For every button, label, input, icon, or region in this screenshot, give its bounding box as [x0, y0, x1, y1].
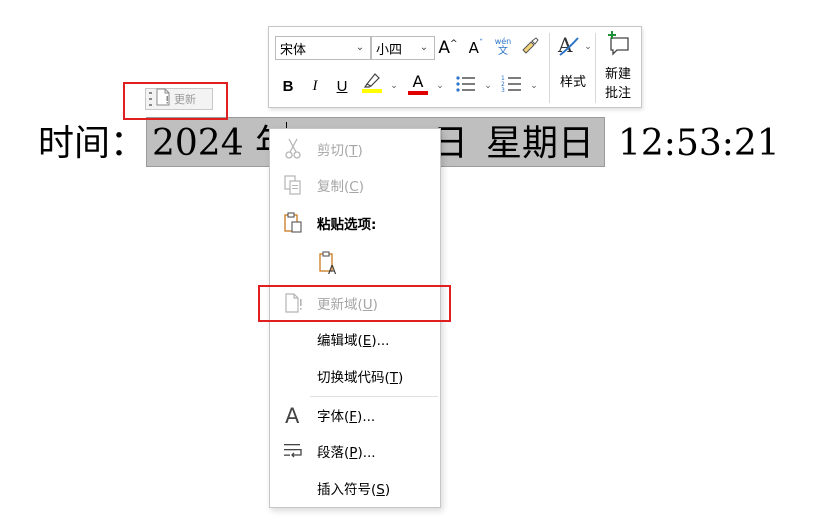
chevron-down-icon[interactable]: ⌄ [387, 74, 399, 98]
menu-item-cut[interactable]: 剪切(T) [270, 131, 440, 167]
toolbar-divider [595, 33, 596, 103]
scissors-icon [282, 137, 304, 161]
paste-options-label: 粘贴选项: [317, 217, 377, 233]
chevron-down-icon[interactable]: ⌄ [584, 42, 592, 52]
time-value: 12:53:21 [618, 123, 780, 164]
shrink-font-button[interactable]: Aˇ [465, 36, 487, 60]
phonetic-guide-button[interactable]: wén 文 [491, 35, 515, 59]
menu-item-label: 段落(P)... [317, 445, 376, 461]
new-comment-button[interactable] [603, 30, 633, 60]
paragraph-icon [282, 439, 304, 463]
highlight-box-update-field [258, 285, 451, 322]
new-comment-icon [605, 30, 631, 60]
chevron-down-icon[interactable]: ⌄ [417, 40, 431, 56]
svg-text:A: A [285, 404, 300, 427]
paste-keep-text-only-button[interactable]: A [270, 243, 440, 283]
numbered-list-icon: 1 2 3 [501, 74, 523, 98]
menu-item-edit-field[interactable]: 编辑域(E)... [270, 321, 440, 357]
menu-item-label: 复制(C) [317, 179, 364, 195]
clipboard-icon [282, 211, 304, 235]
time-label: 时间： [38, 123, 147, 164]
bullets-button[interactable] [453, 74, 479, 98]
bold-button[interactable]: B [279, 74, 297, 98]
italic-button[interactable]: I [306, 74, 324, 98]
new-comment-label: 新建 批注 [604, 67, 631, 101]
chevron-down-icon[interactable]: ⌄ [433, 74, 445, 98]
toolbar-divider [549, 33, 550, 103]
menu-item-label: 插入符号(S) [317, 482, 391, 498]
styles-button[interactable]: A ⌄ [556, 32, 592, 62]
font-name-combo[interactable]: 宋体 ⌄ [275, 36, 371, 60]
menu-item-toggle-field-codes[interactable]: 切换域代码(T) [270, 358, 440, 394]
svg-text:3: 3 [501, 87, 505, 94]
styles-icon: A [556, 32, 582, 62]
menu-item-label: 编辑域(E)... [317, 333, 390, 349]
copy-icon [282, 173, 304, 197]
menu-item-paragraph[interactable]: 段落(P)... [270, 433, 440, 469]
numbering-button[interactable]: 1 2 3 [499, 74, 525, 98]
font-size-combo[interactable]: 小四 ⌄ [371, 36, 435, 60]
bullet-list-icon [455, 74, 477, 98]
format-painter-button[interactable] [519, 36, 541, 60]
paste-text-only-icon: A [318, 251, 340, 276]
menu-item-insert-symbol[interactable]: 插入符号(S) [270, 470, 440, 506]
format-painter-icon [520, 36, 540, 60]
date-field-weekday: 星期日 [486, 123, 595, 164]
font-color-button[interactable]: A [405, 72, 431, 96]
chevron-down-icon[interactable]: ⌄ [481, 74, 493, 98]
highlight-button[interactable] [359, 72, 385, 96]
font-name-value: 宋体 [280, 42, 307, 58]
grow-font-button[interactable]: A ^ [437, 36, 459, 60]
svg-text:A: A [328, 263, 337, 276]
menu-item-label: 字体(F)... [317, 409, 376, 425]
menu-item-font[interactable]: A 字体(F)... [270, 397, 440, 433]
font-icon: A [282, 403, 304, 427]
highlight-box-update-tag [123, 82, 228, 120]
font-size-value: 小四 [376, 42, 403, 58]
styles-label: 样式 [559, 75, 586, 90]
chevron-down-icon[interactable]: ⌄ [527, 74, 539, 98]
highlighter-icon [360, 70, 384, 98]
menu-item-label: 切换域代码(T) [317, 370, 404, 386]
mini-toolbar: 宋体 ⌄ 小四 ⌄ A ^ Aˇ wén 文 A ⌄ 样式 新建 批注 B I … [268, 26, 642, 108]
menu-item-paste-options: 粘贴选项: [270, 205, 440, 241]
menu-item-label: 剪切(T) [317, 143, 363, 159]
chevron-down-icon[interactable]: ⌄ [353, 40, 367, 56]
menu-item-copy[interactable]: 复制(C) [270, 167, 440, 203]
underline-button[interactable]: U [333, 74, 351, 98]
font-color-swatch [408, 90, 428, 95]
